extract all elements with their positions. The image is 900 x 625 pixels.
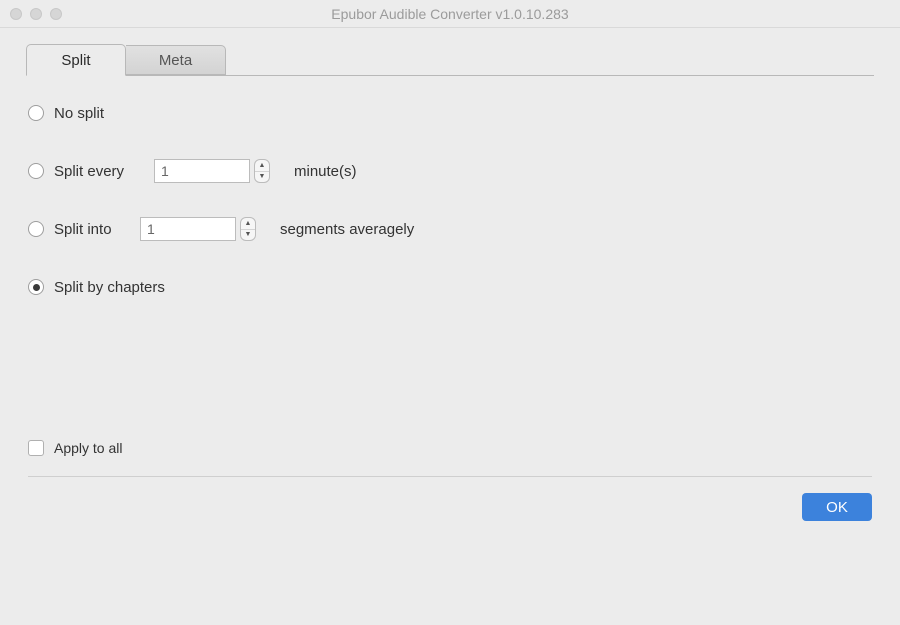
- stepper-buttons-minutes: ▲ ▼: [254, 159, 270, 183]
- window-controls: [10, 8, 62, 20]
- split-options: No split Split every ▲ ▼ minute(s) Split…: [26, 76, 874, 531]
- radio-split-chapters[interactable]: [28, 279, 44, 295]
- window-title: Epubor Audible Converter v1.0.10.283: [0, 6, 900, 22]
- titlebar: Epubor Audible Converter v1.0.10.283: [0, 0, 900, 28]
- input-split-into-segments[interactable]: [140, 217, 236, 241]
- label-apply-all: Apply to all: [54, 440, 122, 456]
- content-area: Split Meta No split Split every ▲ ▼ minu…: [0, 28, 900, 551]
- option-split-every[interactable]: Split every ▲ ▼ minute(s): [28, 158, 872, 184]
- stepper-buttons-segments: ▲ ▼: [240, 217, 256, 241]
- radio-split-into[interactable]: [28, 221, 44, 237]
- radio-no-split[interactable]: [28, 105, 44, 121]
- tab-meta-label: Meta: [159, 52, 192, 69]
- option-split-chapters[interactable]: Split by chapters: [28, 274, 872, 300]
- suffix-segments: segments averagely: [280, 221, 414, 238]
- step-down-minutes[interactable]: ▼: [255, 172, 269, 183]
- label-split-into: Split into: [54, 221, 122, 238]
- checkbox-apply-all[interactable]: [28, 440, 44, 456]
- tab-bar: Split Meta: [26, 44, 874, 76]
- suffix-minutes: minute(s): [294, 163, 357, 180]
- option-no-split[interactable]: No split: [28, 100, 872, 126]
- stepper-split-into: ▲ ▼: [140, 217, 256, 241]
- close-window-button[interactable]: [10, 8, 22, 20]
- tab-meta[interactable]: Meta: [126, 45, 226, 75]
- option-split-into[interactable]: Split into ▲ ▼ segments averagely: [28, 216, 872, 242]
- tab-split[interactable]: Split: [26, 44, 126, 76]
- input-split-every-minutes[interactable]: [154, 159, 250, 183]
- apply-all-row[interactable]: Apply to all: [28, 440, 872, 456]
- step-down-segments[interactable]: ▼: [241, 230, 255, 241]
- label-no-split: No split: [54, 105, 104, 122]
- zoom-window-button[interactable]: [50, 8, 62, 20]
- step-up-minutes[interactable]: ▲: [255, 160, 269, 172]
- tab-split-label: Split: [61, 52, 90, 69]
- ok-button[interactable]: OK: [802, 493, 872, 521]
- radio-split-every[interactable]: [28, 163, 44, 179]
- footer: OK: [28, 477, 872, 521]
- step-up-segments[interactable]: ▲: [241, 218, 255, 230]
- stepper-split-every: ▲ ▼: [154, 159, 270, 183]
- minimize-window-button[interactable]: [30, 8, 42, 20]
- label-split-chapters: Split by chapters: [54, 279, 165, 296]
- label-split-every: Split every: [54, 163, 136, 180]
